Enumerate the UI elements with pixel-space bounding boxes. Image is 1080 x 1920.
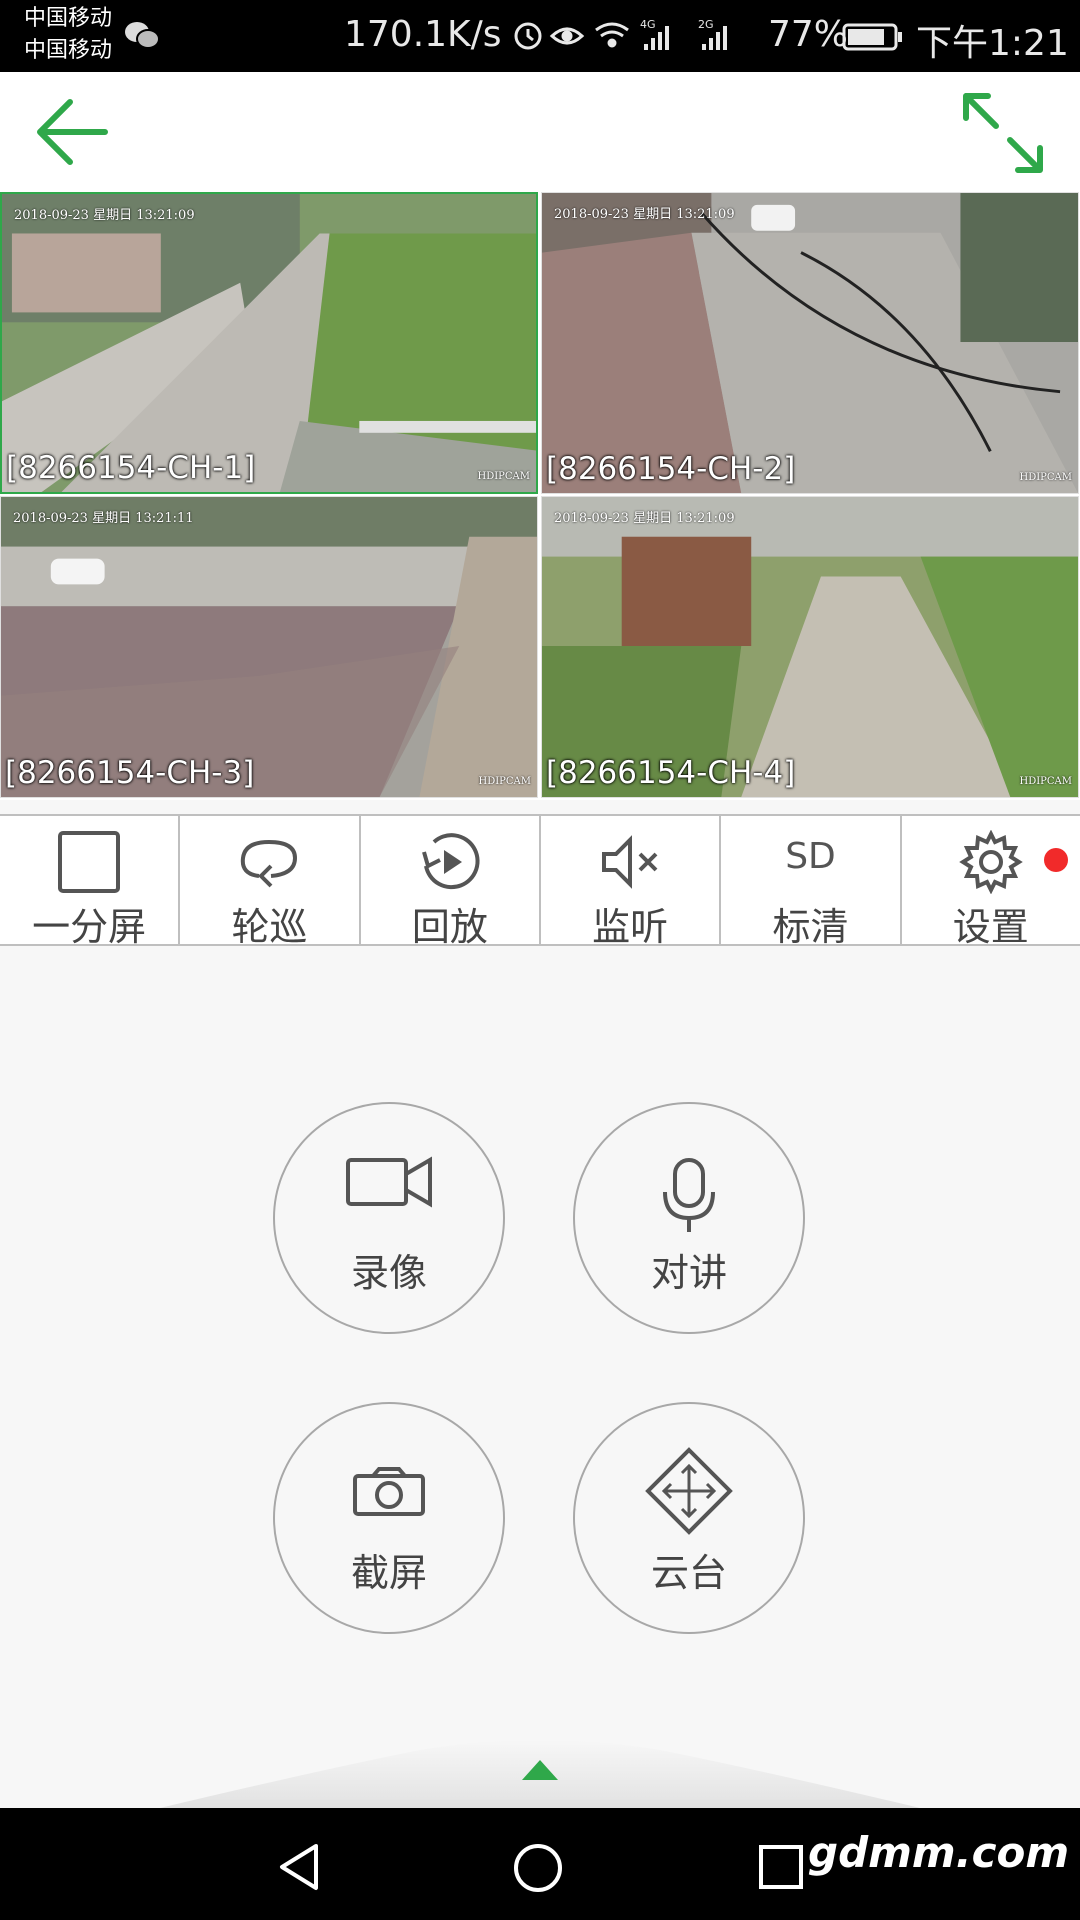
playback-button[interactable]: 回放: [361, 816, 541, 949]
ptz-label: 云台: [650, 1551, 727, 1595]
camera-tile-1[interactable]: 2018-09-23 星期日 13:21:09 [8266154-CH-1] H…: [0, 192, 538, 494]
network-speed: 170.1K/s: [344, 14, 502, 55]
camera-icon: [353, 1467, 425, 1516]
camera-brand: HDIPCAM: [1019, 472, 1072, 483]
back-arrow-icon[interactable]: [30, 92, 120, 172]
cruise-button[interactable]: 轮巡: [180, 816, 361, 949]
top-bar: [0, 72, 1080, 190]
quality-label: 标清: [772, 905, 849, 949]
camera-label: [8266154-CH-3]: [5, 755, 255, 791]
camera-brand: HDIPCAM: [477, 471, 530, 482]
camera-timestamp: 2018-09-23 星期日 13:21:09: [14, 208, 195, 223]
settings-label: 设置: [952, 905, 1029, 949]
camera-tile-2[interactable]: 2018-09-23 星期日 13:21:09 [8266154-CH-2] H…: [541, 192, 1079, 494]
gear-icon: [959, 830, 1023, 894]
carrier-name-1: 中国移动: [24, 6, 113, 31]
microphone-icon: [663, 1158, 715, 1232]
signal-type-2: 2G: [698, 18, 714, 31]
notification-dot: [1043, 848, 1068, 872]
camera-feed-2: [542, 193, 1078, 493]
snapshot-label: 截屏: [350, 1551, 427, 1595]
quality-button[interactable]: SD 标清: [721, 816, 902, 949]
camera-brand: HDIPCAM: [1019, 776, 1072, 787]
camera-tile-3[interactable]: 2018-09-23 星期日 13:21:11 [8266154-CH-3] H…: [0, 496, 538, 798]
eye-icon: [549, 27, 585, 45]
status-icons: 4G 2G: [514, 18, 727, 50]
listen-button[interactable]: 监听: [541, 816, 722, 949]
nav-recent-icon[interactable]: [758, 1844, 804, 1890]
camera-timestamp: 2018-09-23 星期日 13:21:11: [13, 511, 194, 526]
loop-icon: [241, 839, 298, 888]
wechat-icon: [125, 22, 160, 49]
clock: 下午1:21: [916, 23, 1069, 64]
settings-button[interactable]: 设置: [902, 816, 1080, 949]
alarm-icon: [514, 22, 542, 50]
status-bar: 中国移动 中国移动 170.1K/s 4G 2G 77% 下午1:21: [0, 0, 1080, 72]
listen-label: 监听: [592, 905, 669, 949]
camera-timestamp: 2018-09-23 星期日 13:21:09: [554, 511, 735, 526]
record-button[interactable]: 录像: [273, 1102, 505, 1334]
ptz-direction-icon: [645, 1447, 733, 1535]
nav-home-icon[interactable]: [512, 1842, 564, 1894]
snapshot-button[interactable]: 截屏: [273, 1402, 505, 1634]
video-grid: 2018-09-23 星期日 13:21:09 [8266154-CH-1] H…: [0, 190, 1080, 800]
playback-icon: [421, 833, 480, 890]
battery-icon: [842, 23, 902, 51]
ptz-button[interactable]: 云台: [573, 1402, 805, 1634]
split-screen-label: 一分屏: [32, 905, 147, 949]
wifi-icon: [595, 22, 629, 48]
split-screen-button[interactable]: 一分屏: [0, 816, 181, 949]
talk-label: 对讲: [650, 1251, 727, 1295]
cruise-label: 轮巡: [231, 905, 308, 949]
record-label: 录像: [350, 1251, 427, 1295]
camera-feed-1: [2, 194, 536, 492]
battery-percent: 77%: [768, 14, 849, 55]
camera-timestamp: 2018-09-23 星期日 13:21:09: [554, 207, 735, 222]
camera-label: [8266154-CH-4]: [546, 755, 796, 791]
single-screen-icon: [58, 831, 121, 893]
carrier-name-2: 中国移动: [24, 38, 113, 63]
camera-tile-4[interactable]: 2018-09-23 星期日 13:21:09 [8266154-CH-4] H…: [541, 496, 1079, 798]
signal-type-1: 4G: [640, 18, 656, 31]
camera-feed-3: [1, 497, 537, 797]
camera-brand: HDIPCAM: [478, 776, 531, 787]
watermark: gdmm.com: [808, 1828, 1070, 1877]
camera-feed-4: [542, 497, 1078, 797]
camera-label: [8266154-CH-1]: [6, 450, 256, 486]
talk-button[interactable]: 对讲: [573, 1102, 805, 1334]
playback-label: 回放: [411, 905, 488, 949]
nav-back-icon[interactable]: [276, 1842, 322, 1892]
camera-label: [8266154-CH-2]: [546, 451, 796, 487]
sd-icon: SD: [785, 836, 836, 877]
speaker-muted-icon: [602, 835, 658, 889]
control-toolbar: 一分屏 轮巡 回放 监听 SD 标清 设置: [0, 814, 1080, 949]
fullscreen-icon[interactable]: [958, 88, 1048, 178]
video-camera-icon: [346, 1156, 432, 1208]
expand-up-icon[interactable]: [520, 1758, 560, 1782]
system-nav-bar: gdmm.com: [0, 1808, 1080, 1920]
